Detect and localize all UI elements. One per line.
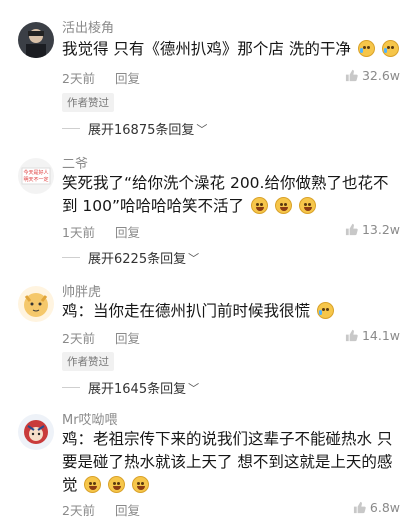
- comment-item: 活出棱角 我觉得 只有《德州扒鸡》那个店 洗的干净 2天前 回复 32.6w 作…: [0, 0, 416, 138]
- like-button[interactable]: 6.8w: [353, 500, 400, 515]
- comment-username[interactable]: 活出棱角: [62, 17, 114, 36]
- like-count: 13.2w: [361, 222, 400, 237]
- like-button[interactable]: 32.6w: [345, 68, 400, 83]
- like-button[interactable]: 13.2w: [345, 222, 400, 237]
- divider: [62, 128, 80, 129]
- cry-emoji-icon: [357, 40, 375, 57]
- comment-time: 2天前: [62, 71, 95, 86]
- avatar[interactable]: [18, 414, 54, 450]
- comment-time: 2天前: [62, 503, 95, 518]
- comment-text: 鸡：老祖宗传下来的说我们这辈子不能碰热水 只要是碰了热水就该上天了 想不到这就是…: [62, 428, 402, 497]
- svg-text:今天是好人: 今天是好人: [23, 169, 48, 176]
- expand-replies-label: 展开6225条回复: [88, 252, 187, 267]
- comment-text-body: 鸡：当你走在德州扒门前时候我很慌: [62, 302, 311, 320]
- comment-username[interactable]: Mr哎呦喂: [62, 409, 118, 428]
- expand-replies-label: 展开16875条回复: [88, 123, 195, 138]
- like-count: 14.1w: [361, 328, 400, 343]
- laugh-emoji-icon: [132, 476, 150, 493]
- comment-time: 2天前: [62, 331, 95, 346]
- author-liked-badge: 作者赞过: [62, 93, 114, 112]
- laugh-emoji-icon: [298, 197, 316, 214]
- divider: [62, 257, 80, 258]
- comment-meta: 2天前 回复: [62, 68, 140, 87]
- thumbs-up-icon: [353, 501, 366, 514]
- comment-username[interactable]: 二爷: [62, 153, 88, 172]
- thumbs-up-icon: [345, 223, 358, 236]
- thumbs-up-icon: [345, 69, 358, 82]
- comment-item: 今天是好人 明天不一定 二爷 笑死我了“给你洗个澡花 200.给你做熟了也花不到 …: [0, 150, 416, 270]
- comment-item: 帅胖虎 鸡：当你走在德州扒门前时候我很慌 2天前 回复 14.1w 作者赞过 展…: [0, 278, 416, 398]
- comment-username[interactable]: 帅胖虎: [62, 281, 101, 300]
- laugh-emoji-icon: [250, 197, 268, 214]
- comment-meta: 1天前 回复: [62, 222, 140, 241]
- avatar[interactable]: 今天是好人 明天不一定: [18, 158, 54, 194]
- expand-replies-label: 展开1645条回复: [88, 382, 187, 397]
- svg-text:明天不一定: 明天不一定: [23, 176, 48, 183]
- laugh-emoji-icon: [274, 197, 292, 214]
- expand-replies-button[interactable]: 展开16875条回复 ﹀: [62, 119, 207, 138]
- laugh-emoji-icon: [108, 476, 126, 493]
- comment-item: Mr哎呦喂 鸡：老祖宗传下来的说我们这辈子不能碰热水 只要是碰了热水就该上天了 …: [0, 406, 416, 518]
- avatar[interactable]: [18, 22, 54, 58]
- comment-text-body: 我觉得 只有《德州扒鸡》那个店 洗的干净: [62, 40, 351, 58]
- author-liked-badge: 作者赞过: [62, 352, 114, 371]
- thumbs-up-icon: [345, 329, 358, 342]
- comment-text: 我觉得 只有《德州扒鸡》那个店 洗的干净: [62, 38, 402, 61]
- comment-meta: 2天前 回复: [62, 328, 140, 347]
- cry-emoji-icon: [316, 302, 334, 319]
- cry-emoji-icon: [381, 40, 399, 57]
- comment-text-body: 笑死我了“给你洗个澡花 200.给你做熟了也花不到 100”哈哈哈哈笑不活了: [62, 174, 389, 215]
- divider: [62, 387, 80, 388]
- avatar[interactable]: [18, 286, 54, 322]
- reply-button[interactable]: 回复: [115, 331, 140, 346]
- comment-text: 笑死我了“给你洗个澡花 200.给你做熟了也花不到 100”哈哈哈哈笑不活了: [62, 172, 402, 218]
- laugh-emoji-icon: [84, 476, 102, 493]
- comment-text: 鸡：当你走在德州扒门前时候我很慌: [62, 300, 402, 323]
- chevron-down-icon: ﹀: [196, 122, 208, 136]
- like-button[interactable]: 14.1w: [345, 328, 400, 343]
- comment-time: 1天前: [62, 225, 95, 240]
- comment-meta: 2天前 回复: [62, 500, 140, 518]
- reply-button[interactable]: 回复: [115, 71, 140, 86]
- reply-button[interactable]: 回复: [115, 225, 140, 240]
- chevron-down-icon: ﹀: [188, 251, 200, 265]
- like-count: 6.8w: [369, 500, 400, 515]
- like-count: 32.6w: [361, 68, 400, 83]
- expand-replies-button[interactable]: 展开6225条回复 ﹀: [62, 248, 199, 267]
- chevron-down-icon: ﹀: [188, 381, 200, 395]
- expand-replies-button[interactable]: 展开1645条回复 ﹀: [62, 378, 199, 397]
- reply-button[interactable]: 回复: [115, 503, 140, 518]
